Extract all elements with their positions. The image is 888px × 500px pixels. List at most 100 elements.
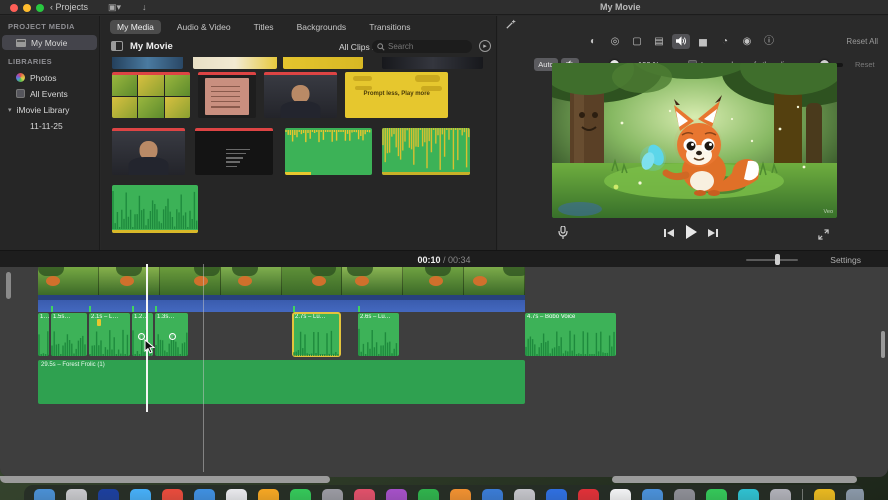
browser-title: My Movie bbox=[130, 41, 173, 52]
dock-app-icon[interactable] bbox=[738, 489, 759, 500]
tab-audio-video[interactable]: Audio & Video bbox=[170, 20, 238, 34]
dock-divider bbox=[802, 489, 803, 500]
media-thumbnail-promo[interactable]: Prompt less, Play more bbox=[345, 72, 448, 118]
dock-app-icon[interactable] bbox=[674, 489, 695, 500]
video-frame bbox=[464, 267, 525, 295]
beat-tick bbox=[293, 306, 295, 312]
play-button[interactable] bbox=[686, 225, 697, 239]
stabilization-icon[interactable]: ▤ bbox=[650, 34, 668, 49]
dock-app-icon[interactable] bbox=[642, 489, 663, 500]
dock-app-icon[interactable] bbox=[194, 489, 215, 500]
dock-app-icon[interactable] bbox=[290, 489, 311, 500]
dock-app-icon[interactable] bbox=[482, 489, 503, 500]
media-thumbnail-terminal[interactable] bbox=[195, 128, 273, 175]
skip-back-button[interactable] bbox=[664, 229, 674, 237]
tab-titles[interactable]: Titles bbox=[247, 20, 281, 34]
enhance-wand-icon[interactable] bbox=[501, 19, 519, 34]
timecode-bar: 00:10 / 00:34 Settings bbox=[0, 250, 888, 267]
dock-app-icon[interactable] bbox=[354, 489, 375, 500]
dock-app-icon[interactable] bbox=[418, 489, 439, 500]
browser-header: My Movie All Clips ▴▾ Search ▸ bbox=[101, 37, 497, 57]
reset-all-button[interactable]: Reset All bbox=[846, 37, 878, 46]
sidebar-toggle-icon[interactable] bbox=[111, 41, 123, 51]
dock-app-icon[interactable] bbox=[322, 489, 343, 500]
dock-app-icon[interactable] bbox=[814, 489, 835, 500]
media-thumbnail-wavetop[interactable] bbox=[285, 128, 372, 175]
dock-app-icon[interactable] bbox=[546, 489, 567, 500]
dock-app-icon[interactable] bbox=[514, 489, 535, 500]
dock-app-icon[interactable] bbox=[450, 489, 471, 500]
media-thumbnail-cut[interactable] bbox=[193, 57, 277, 69]
tab-transitions[interactable]: Transitions bbox=[362, 20, 417, 34]
dock-app-icon[interactable] bbox=[130, 489, 151, 500]
dock-app-icon[interactable] bbox=[98, 489, 119, 500]
dock-app-icon[interactable] bbox=[386, 489, 407, 500]
reset-button[interactable]: Reset bbox=[855, 60, 875, 69]
volume-icon[interactable] bbox=[672, 34, 690, 49]
media-thumbnail-waveform[interactable] bbox=[112, 185, 198, 233]
crop-icon[interactable]: ▢ bbox=[628, 34, 646, 49]
audio-clip[interactable]: 2.6s – Lu… bbox=[358, 313, 399, 356]
promo-text: Prompt less, Play more bbox=[363, 91, 430, 98]
fade-handle-right[interactable] bbox=[169, 333, 176, 340]
timeline-zoom-slider[interactable] bbox=[746, 259, 798, 261]
audio-clip[interactable]: 1.5s… bbox=[51, 313, 87, 356]
fullscreen-icon[interactable] bbox=[818, 227, 829, 245]
dock-app-icon[interactable] bbox=[258, 489, 279, 500]
record-voiceover-mic-icon[interactable] bbox=[558, 225, 568, 245]
audio-clip[interactable]: 1… bbox=[38, 313, 49, 356]
viewer-controls bbox=[498, 222, 888, 246]
video-track[interactable] bbox=[38, 267, 525, 295]
audio-clip-label: 1.3s… bbox=[157, 314, 175, 320]
video-frame bbox=[38, 267, 99, 295]
media-thumbnail-cut[interactable] bbox=[112, 57, 183, 69]
search-icon bbox=[377, 42, 385, 51]
color-balance-icon[interactable]: ◐ bbox=[584, 34, 602, 49]
veo-watermark: Veo bbox=[823, 209, 833, 215]
video-frame bbox=[220, 267, 282, 295]
clip-duration-bar bbox=[195, 128, 273, 131]
timeline-zoom-knob[interactable] bbox=[775, 254, 780, 265]
tab-backgrounds[interactable]: Backgrounds bbox=[290, 20, 354, 34]
skimmer-line bbox=[203, 264, 204, 472]
dock-app-icon[interactable] bbox=[34, 489, 55, 500]
media-thumbnail-cut[interactable] bbox=[382, 57, 483, 69]
dock-app-icon[interactable] bbox=[162, 489, 183, 500]
media-thumbnail-cut[interactable] bbox=[283, 57, 363, 69]
timeline-hscrollbar-left[interactable] bbox=[0, 476, 330, 483]
search-input[interactable]: Search bbox=[372, 40, 472, 53]
media-thumbnail-spikes[interactable] bbox=[382, 128, 470, 175]
speed-icon[interactable]: ◔ bbox=[716, 34, 734, 49]
media-thumbnail-doc[interactable] bbox=[198, 72, 256, 118]
media-thumbnail-person[interactable] bbox=[264, 72, 337, 118]
dock-app-icon[interactable] bbox=[706, 489, 727, 500]
video-audio-waveform-bar[interactable] bbox=[38, 295, 525, 312]
tab-my-media[interactable]: My Media bbox=[110, 20, 161, 34]
audio-clip[interactable]: 4.7s – Bobo Voice bbox=[525, 313, 616, 356]
dock-app-icon[interactable] bbox=[610, 489, 631, 500]
background-music-clip[interactable]: 29.5s – Forest Frolic (1) bbox=[38, 360, 525, 404]
macos-dock[interactable] bbox=[24, 485, 864, 500]
dock-app-icon[interactable] bbox=[226, 489, 247, 500]
dock-app-icon[interactable] bbox=[846, 489, 864, 500]
audio-clip-label: 2.6s – Lu… bbox=[360, 314, 391, 320]
media-thumbnail-person[interactable] bbox=[112, 128, 185, 175]
color-correction-icon[interactable]: ◎ bbox=[606, 34, 624, 49]
timeline-left-trim-handle[interactable] bbox=[6, 272, 11, 299]
playhead[interactable] bbox=[146, 264, 148, 412]
audio-clip[interactable]: 2.1s – L… bbox=[89, 313, 130, 356]
timeline-hscrollbar-right[interactable] bbox=[612, 476, 857, 483]
media-thumbnail-collage[interactable] bbox=[112, 72, 190, 118]
clip-filter-icon[interactable]: ◉ bbox=[738, 34, 756, 49]
browser-playback-icon[interactable]: ▸ bbox=[479, 40, 491, 52]
noise-reduction-icon[interactable]: ▅ bbox=[694, 34, 712, 49]
dock-app-icon[interactable] bbox=[770, 489, 791, 500]
info-icon[interactable]: ⓘ bbox=[760, 34, 778, 49]
timeline-settings-button[interactable]: Settings bbox=[830, 255, 861, 265]
preview-viewer[interactable]: Veo bbox=[552, 63, 837, 218]
skip-forward-button[interactable] bbox=[708, 229, 718, 237]
dock-app-icon[interactable] bbox=[578, 489, 599, 500]
audio-clip-selected[interactable]: 2.7s – Lu… bbox=[292, 312, 341, 357]
dock-app-icon[interactable] bbox=[66, 489, 87, 500]
timeline-vertical-scrollbar[interactable] bbox=[881, 331, 885, 358]
